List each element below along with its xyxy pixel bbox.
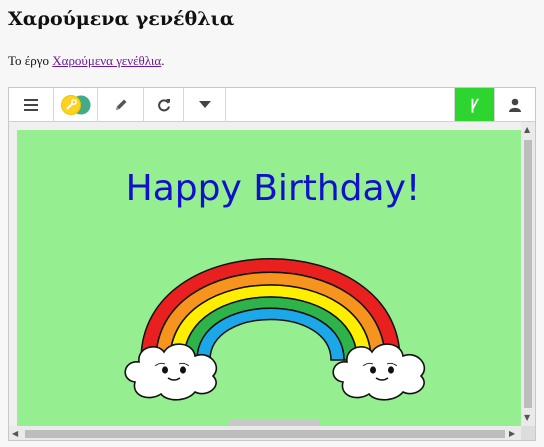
user-button[interactable] <box>495 88 535 121</box>
user-icon <box>509 98 521 112</box>
intro-text: Το έργο Χαρούμενα γενέθλια. <box>8 53 165 68</box>
greeting-text: Happy Birthday! <box>126 168 421 209</box>
python-logo-icon <box>60 94 90 115</box>
page-title: Χαρούμενα γενέθλια <box>8 8 235 30</box>
horizontal-scroll-thumb[interactable] <box>25 430 505 438</box>
caret-down-icon <box>198 100 211 108</box>
scroll-up-arrow-icon[interactable]: ▲ <box>524 125 530 134</box>
hamburger-icon <box>24 98 38 111</box>
scroll-right-arrow-icon[interactable]: ▶ <box>509 429 515 438</box>
python-logo-button[interactable] <box>54 88 98 121</box>
drawing-canvas: Happy Birthday! <box>17 130 521 426</box>
edit-button[interactable] <box>98 88 144 121</box>
project-link[interactable]: Χαρούμενα γενέθλια <box>52 53 161 68</box>
scroll-down-arrow-icon[interactable]: ▼ <box>524 413 530 422</box>
python-symbol-icon: Ꝩ <box>470 97 479 113</box>
more-button[interactable] <box>184 88 226 121</box>
menu-button[interactable] <box>9 88 54 121</box>
pencil-icon <box>115 99 126 110</box>
output-stage: Happy Birthday! ▲ ▼ ◀ ▶ <box>9 122 535 440</box>
project-widget: Ꝩ Happy Birthday! ▲ ▼ ◀ ▶ <box>8 87 536 441</box>
scroll-corner <box>521 426 535 440</box>
horizontal-scrollbar[interactable]: ◀ ▶ <box>9 426 521 440</box>
restart-button[interactable] <box>144 88 184 121</box>
scroll-left-arrow-icon[interactable]: ◀ <box>12 429 18 438</box>
vertical-scroll-thumb[interactable] <box>524 140 532 408</box>
refresh-icon <box>157 98 170 111</box>
canvas-drawing: Happy Birthday! <box>124 168 426 426</box>
vertical-scrollbar[interactable]: ▲ ▼ <box>521 122 535 426</box>
interpreter-button[interactable]: Ꝩ <box>454 88 495 121</box>
toolbar: Ꝩ <box>9 88 535 122</box>
